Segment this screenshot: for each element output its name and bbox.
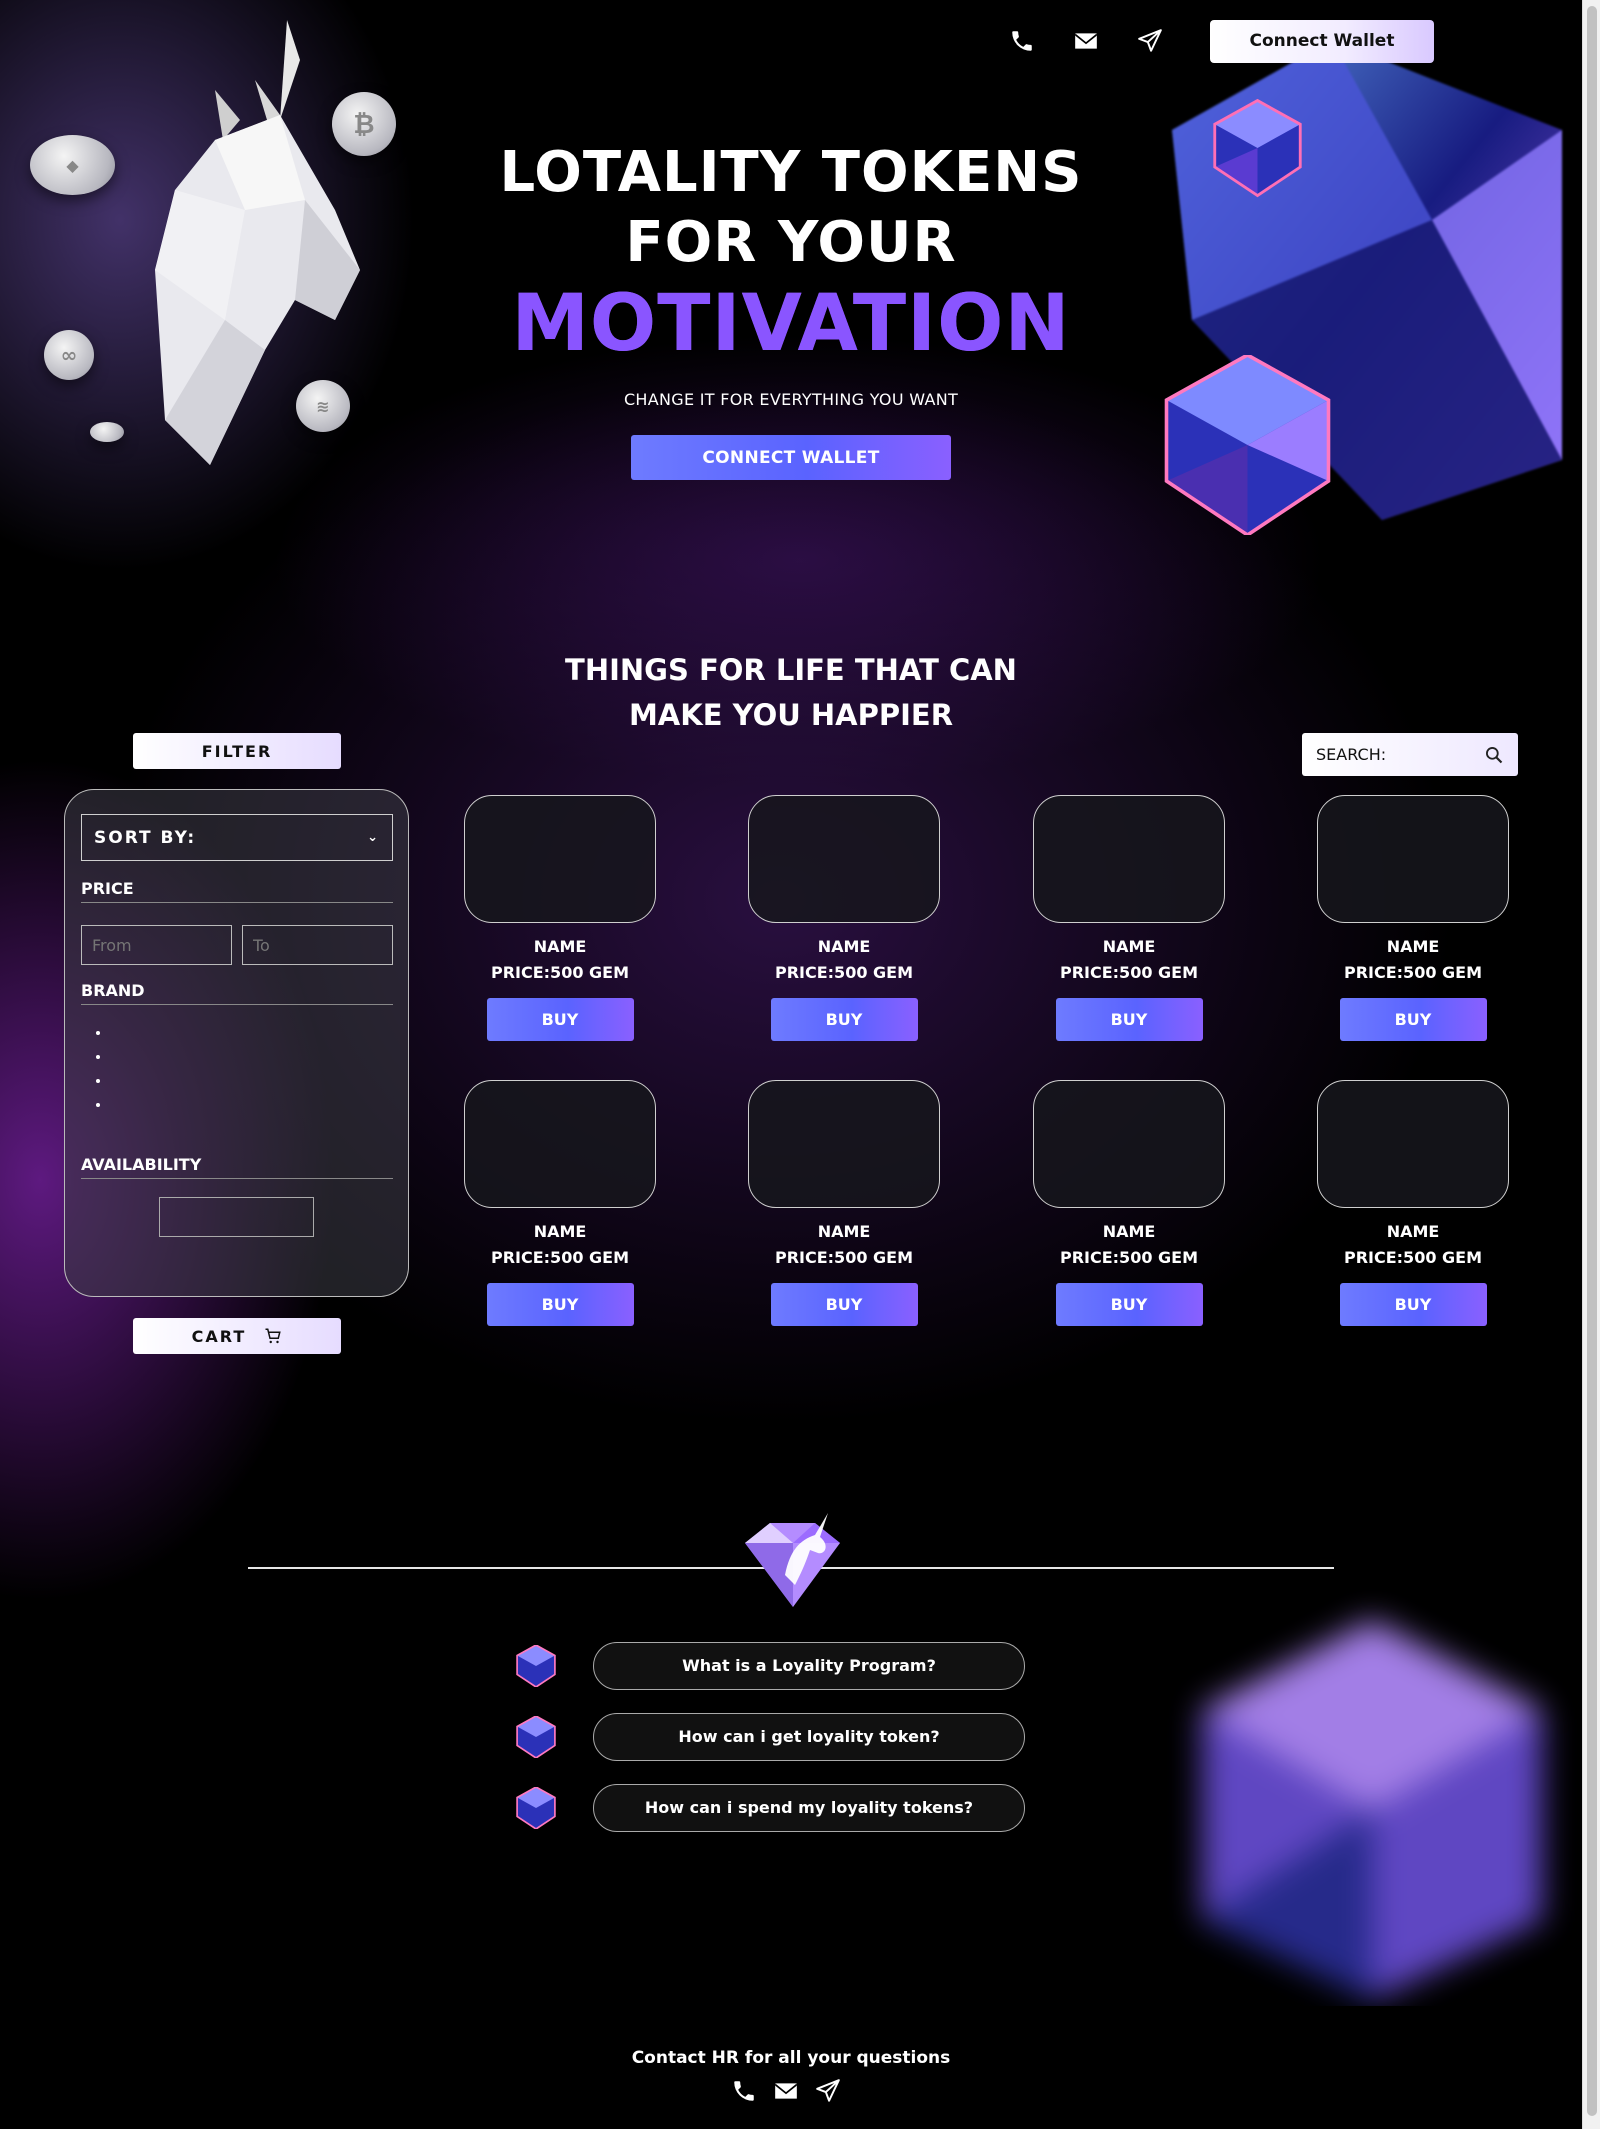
- buy-button[interactable]: BUY: [1339, 998, 1487, 1041]
- buy-button[interactable]: BUY: [1055, 998, 1203, 1041]
- mail-icon[interactable]: [772, 2077, 800, 2105]
- buy-button[interactable]: BUY: [1055, 1283, 1203, 1326]
- product-name: NAME: [533, 937, 587, 956]
- product-image[interactable]: [748, 1080, 940, 1208]
- brand-item[interactable]: [111, 1073, 392, 1097]
- gem-icon: [516, 1644, 556, 1687]
- product-name: NAME: [1386, 1222, 1440, 1241]
- product-card: NAME PRICE:500 GEM BUY: [440, 795, 680, 1041]
- cart-button[interactable]: CART: [133, 1318, 341, 1354]
- product-card: NAME PRICE:500 GEM BUY: [1293, 795, 1533, 1041]
- shop-title-line-1: THINGS FOR LIFE THAT CAN: [565, 653, 1017, 687]
- gem-icon: [516, 1715, 556, 1758]
- crystal-gem-blurred: [1202, 1620, 1542, 2000]
- faq-list: What is a Loyality Program? How can i ge…: [515, 1630, 1025, 1843]
- brand-item[interactable]: [111, 1097, 392, 1121]
- product-price: PRICE:500 GEM: [490, 1248, 630, 1267]
- availability-input[interactable]: [159, 1197, 314, 1237]
- product-image[interactable]: [1317, 795, 1509, 923]
- brand-item[interactable]: [111, 1025, 392, 1049]
- availability-label: AVAILABILITY: [81, 1155, 393, 1179]
- product-image[interactable]: [1033, 795, 1225, 923]
- hero-subtitle: CHANGE IT FOR EVERYTHING YOU WANT: [623, 390, 959, 409]
- brand-list: [111, 1025, 392, 1121]
- faq-item: How can i spend my loyality tokens?: [515, 1772, 1025, 1843]
- sort-select[interactable]: SORT BY: ⌄: [81, 814, 393, 861]
- hero-title-line-2: FOR YOUR: [625, 210, 957, 275]
- scrollbar-thumb[interactable]: [1587, 6, 1597, 2116]
- filter-button[interactable]: FILTER: [133, 733, 341, 769]
- buy-button[interactable]: BUY: [486, 1283, 634, 1326]
- product-price: PRICE:500 GEM: [490, 963, 630, 982]
- product-image[interactable]: [464, 795, 656, 923]
- product-image[interactable]: [748, 795, 940, 923]
- price-from-input[interactable]: [81, 925, 232, 965]
- faq-question-button[interactable]: How can i spend my loyality tokens?: [593, 1783, 1025, 1832]
- sort-label: SORT BY:: [94, 827, 197, 848]
- product-price: PRICE:500 GEM: [1059, 1248, 1199, 1267]
- product-name: NAME: [1102, 937, 1156, 956]
- buy-button[interactable]: BUY: [486, 998, 634, 1041]
- search-box[interactable]: SEARCH:: [1302, 733, 1518, 776]
- product-image[interactable]: [1033, 1080, 1225, 1208]
- mail-icon[interactable]: [1054, 19, 1118, 63]
- faq-item: How can i get loyality token?: [515, 1701, 1025, 1772]
- unicorn-gem-logo: [745, 1513, 840, 1607]
- buy-button[interactable]: BUY: [770, 1283, 918, 1326]
- product-card: NAME PRICE:500 GEM BUY: [1009, 1080, 1249, 1326]
- filter-panel: SORT BY: ⌄ PRICE BRAND AVAILABILITY: [64, 789, 409, 1297]
- price-to-input[interactable]: [242, 925, 393, 965]
- hero-connect-wallet-button[interactable]: CONNECT WALLET: [631, 435, 951, 480]
- faq-question-button[interactable]: How can i get loyality token?: [593, 1712, 1025, 1761]
- buy-button[interactable]: BUY: [1339, 1283, 1487, 1326]
- brand-item[interactable]: [111, 1049, 392, 1073]
- buy-button[interactable]: BUY: [770, 998, 918, 1041]
- product-name: NAME: [1102, 1222, 1156, 1241]
- product-name: NAME: [817, 1222, 871, 1241]
- product-price: PRICE:500 GEM: [1343, 963, 1483, 982]
- hero-section: LOTALITY TOKENS FOR YOUR MOTIVATION CHAN…: [0, 138, 1582, 480]
- brand-label: BRAND: [81, 981, 393, 1005]
- price-label: PRICE: [81, 879, 393, 903]
- cart-icon: [265, 1328, 282, 1344]
- top-navigation: Connect Wallet: [990, 19, 1434, 63]
- faq-question-button[interactable]: What is a Loyality Program?: [593, 1641, 1025, 1690]
- product-card: NAME PRICE:500 GEM BUY: [724, 1080, 964, 1326]
- faq-item: What is a Loyality Program?: [515, 1630, 1025, 1701]
- product-name: NAME: [1386, 937, 1440, 956]
- send-icon[interactable]: [814, 2077, 842, 2105]
- hero-title-accent: MOTIVATION: [0, 278, 1582, 370]
- price-range: [81, 925, 393, 965]
- footer-contact-icons: [730, 2077, 842, 2105]
- send-icon[interactable]: [1118, 19, 1182, 63]
- footer-contact-text: Contact HR for all your questions: [631, 2048, 951, 2068]
- cart-label: CART: [191, 1326, 247, 1346]
- page-scrollbar[interactable]: [1582, 0, 1600, 2129]
- product-price: PRICE:500 GEM: [774, 963, 914, 982]
- product-card: NAME PRICE:500 GEM BUY: [1009, 795, 1249, 1041]
- product-card: NAME PRICE:500 GEM BUY: [1293, 1080, 1533, 1326]
- page-background: ◆ ₿ ∞ ≋: [0, 0, 1582, 2129]
- product-price: PRICE:500 GEM: [774, 1248, 914, 1267]
- product-card: NAME PRICE:500 GEM BUY: [724, 795, 964, 1041]
- product-name: NAME: [817, 937, 871, 956]
- product-image[interactable]: [464, 1080, 656, 1208]
- phone-icon[interactable]: [990, 19, 1054, 63]
- connect-wallet-button[interactable]: Connect Wallet: [1210, 19, 1434, 63]
- phone-icon[interactable]: [730, 2077, 758, 2105]
- product-price: PRICE:500 GEM: [1059, 963, 1199, 982]
- product-card: NAME PRICE:500 GEM BUY: [440, 1080, 680, 1326]
- product-image[interactable]: [1317, 1080, 1509, 1208]
- hero-title-line-1: LOTALITY TOKENS: [499, 140, 1083, 205]
- chevron-down-icon: ⌄: [367, 830, 380, 845]
- search-label: SEARCH:: [1316, 745, 1387, 764]
- product-price: PRICE:500 GEM: [1343, 1248, 1483, 1267]
- gem-icon: [516, 1786, 556, 1829]
- shop-section-title: THINGS FOR LIFE THAT CAN MAKE YOU HAPPIE…: [0, 648, 1582, 738]
- shop-title-line-2: MAKE YOU HAPPIER: [628, 698, 954, 732]
- product-name: NAME: [533, 1222, 587, 1241]
- search-icon[interactable]: [1484, 745, 1504, 765]
